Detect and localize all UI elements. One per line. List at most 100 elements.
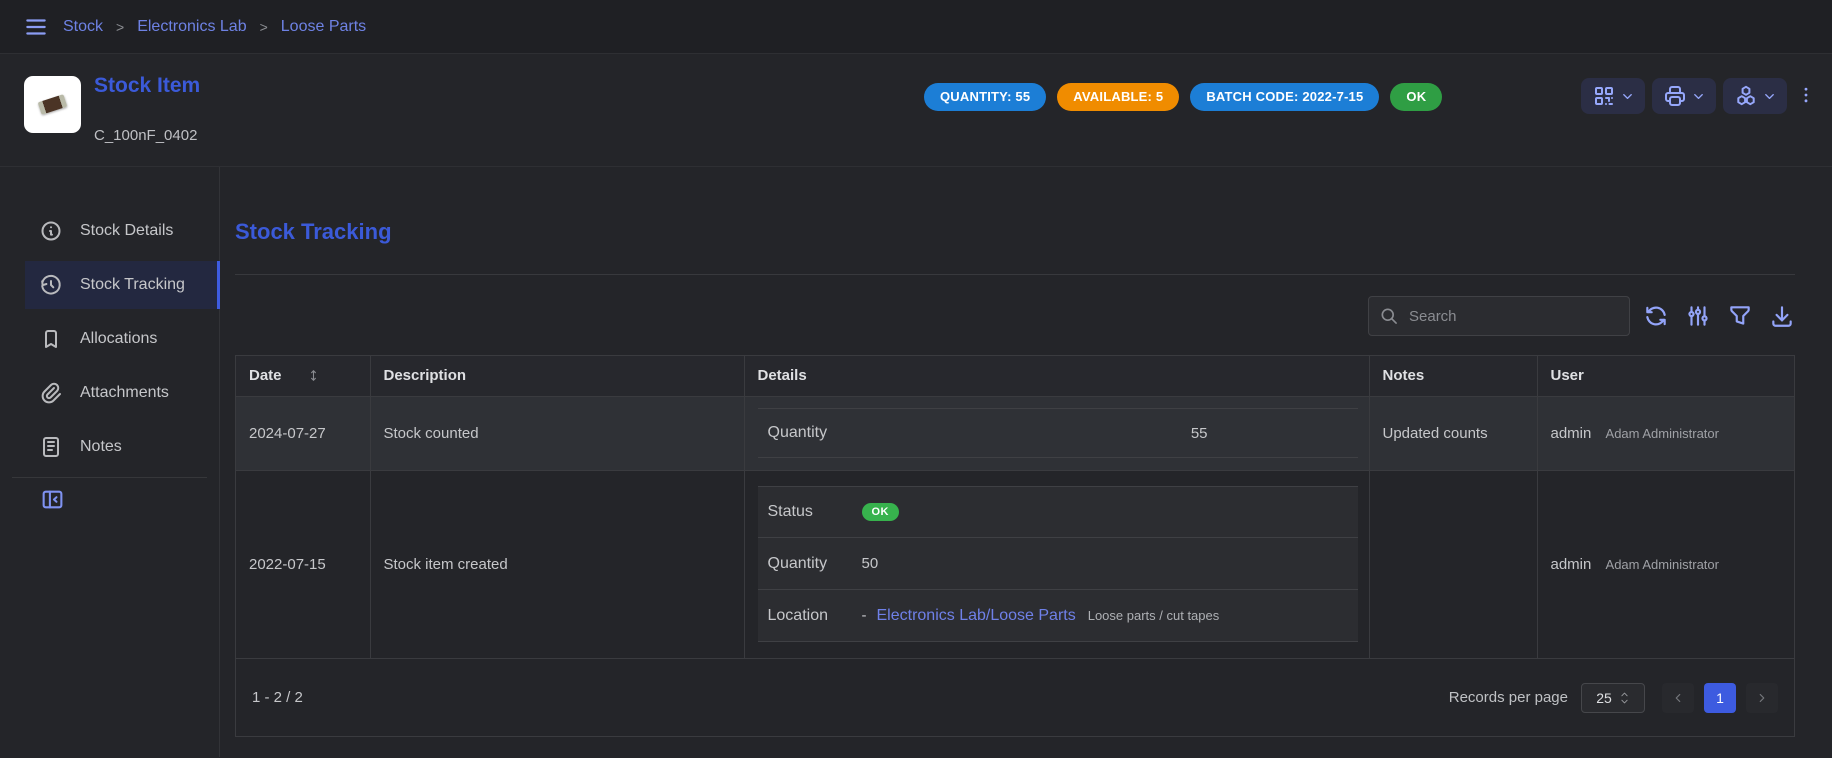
user-fullname: Adam Administrator — [1606, 426, 1719, 441]
main-panel: Stock Tracking — [220, 167, 1832, 757]
sidebar-item-allocations[interactable]: Allocations — [25, 315, 220, 363]
paperclip-icon — [39, 381, 63, 405]
username: admin — [1551, 425, 1592, 442]
table-actions — [1643, 303, 1795, 329]
table-columns-button[interactable] — [1685, 303, 1711, 329]
available-badge: AVAILABLE: 5 — [1057, 83, 1179, 111]
breadcrumb-separator: > — [260, 19, 268, 35]
sidebar-item-label: Notes — [80, 438, 122, 456]
info-circle-icon — [39, 219, 63, 243]
cell-notes — [1369, 470, 1537, 658]
cell-user: admin Adam Administrator — [1537, 396, 1794, 470]
column-label: Date — [249, 367, 282, 384]
detail-row-status: Status OK — [758, 486, 1358, 538]
cell-description: Stock item created — [370, 470, 744, 658]
refresh-button[interactable] — [1643, 303, 1669, 329]
search-icon — [1379, 306, 1399, 326]
sidebar-item-notes[interactable]: Notes — [25, 423, 220, 471]
content-area: Stock Details Stock Tracking Allocations — [0, 167, 1832, 757]
location-description: Loose parts / cut tapes — [1088, 608, 1220, 623]
packages-icon — [1734, 84, 1758, 108]
sidebar-item-attachments[interactable]: Attachments — [25, 369, 220, 417]
panel-heading: Stock Tracking — [235, 219, 1795, 245]
chevron-right-icon — [1755, 691, 1769, 705]
detail-table: Status OK Quantity 50 — [758, 486, 1358, 642]
column-header-details[interactable]: Details — [744, 356, 1369, 396]
sidebar-item-label: Stock Details — [80, 222, 173, 240]
capacitor-image — [38, 94, 68, 115]
cell-date: 2024-07-27 — [236, 396, 370, 470]
records-per-page-label: Records per page — [1449, 689, 1568, 706]
sidebar-collapse-button[interactable] — [40, 487, 219, 512]
page-title: Stock Item — [94, 74, 200, 98]
user-fullname: Adam Administrator — [1606, 557, 1719, 572]
status-badges: QUANTITY: 55 AVAILABLE: 5 BATCH CODE: 20… — [924, 83, 1442, 111]
cell-details: Quantity 55 — [744, 396, 1369, 470]
records-per-page-value: 25 — [1596, 690, 1612, 706]
records-per-page-select[interactable]: 25 — [1581, 683, 1645, 713]
overflow-menu-button[interactable] — [1796, 84, 1816, 106]
title-block: Stock Item C_100nF_0402 — [94, 74, 200, 144]
detail-label: Quantity — [758, 424, 862, 442]
bookmark-icon — [39, 327, 63, 351]
detail-value: 55 — [862, 425, 1208, 442]
breadcrumb-separator: > — [116, 19, 124, 35]
history-icon — [39, 273, 63, 297]
stock-item-page: Stock > Electronics Lab > Loose Parts St… — [0, 0, 1832, 758]
sidebar: Stock Details Stock Tracking Allocations — [0, 167, 220, 757]
column-header-notes[interactable]: Notes — [1369, 356, 1537, 396]
header-action-buttons — [1581, 78, 1787, 114]
sidebar-divider — [12, 477, 207, 478]
cell-notes: Updated counts — [1369, 396, 1537, 470]
search-box — [1368, 296, 1630, 336]
hamburger-menu-icon[interactable] — [23, 14, 49, 40]
breadcrumb-stock[interactable]: Stock — [63, 18, 103, 36]
page-controls: 1 — [1662, 683, 1778, 713]
location-link[interactable]: Electronics Lab/Loose Parts — [877, 607, 1076, 625]
sidebar-item-label: Allocations — [80, 330, 157, 348]
download-button[interactable] — [1769, 303, 1795, 329]
chevron-down-icon — [1762, 89, 1777, 104]
cell-date: 2022-07-15 — [236, 470, 370, 658]
table-row[interactable]: 2024-07-27 Stock counted Quantity 55 — [236, 396, 1794, 470]
detail-row-location: Location - Electronics Lab/Loose Parts L… — [758, 590, 1358, 642]
sidebar-item-stock-tracking[interactable]: Stock Tracking — [25, 261, 220, 309]
chevron-down-icon — [1620, 89, 1635, 104]
previous-page-button[interactable] — [1662, 683, 1694, 713]
table-toolbar — [235, 296, 1795, 336]
search-input[interactable] — [1407, 307, 1619, 326]
stock-operations-button[interactable] — [1723, 78, 1787, 114]
breadcrumb: Stock > Electronics Lab > Loose Parts — [63, 18, 366, 36]
table-header-row: Date Description Details Notes User — [236, 356, 1794, 396]
barcode-actions-button[interactable] — [1581, 78, 1645, 114]
stock-item-header: Stock Item C_100nF_0402 QUANTITY: 55 AVA… — [0, 54, 1832, 167]
detail-row-quantity: Quantity 55 — [758, 408, 1358, 458]
sidebar-collapse-icon — [40, 487, 65, 512]
adjustments-icon — [1685, 303, 1711, 329]
breadcrumb-loose-parts[interactable]: Loose Parts — [281, 18, 366, 36]
breadcrumb-electronics-lab[interactable]: Electronics Lab — [137, 18, 246, 36]
sidebar-item-stock-details[interactable]: Stock Details — [25, 207, 220, 255]
detail-label: Quantity — [758, 555, 862, 573]
stock-tracking-table: Date Description Details Notes User — [235, 355, 1795, 737]
dots-vertical-icon — [1796, 84, 1816, 106]
column-header-description[interactable]: Description — [370, 356, 744, 396]
next-page-button[interactable] — [1746, 683, 1778, 713]
cell-description: Stock counted — [370, 396, 744, 470]
part-name: C_100nF_0402 — [94, 127, 200, 144]
page-1-button[interactable]: 1 — [1704, 683, 1736, 713]
top-navigation-bar: Stock > Electronics Lab > Loose Parts — [0, 0, 1832, 54]
status-ok-badge: OK — [1390, 83, 1442, 111]
download-icon — [1769, 303, 1795, 329]
column-header-date[interactable]: Date — [236, 356, 370, 396]
chevron-left-icon — [1671, 691, 1685, 705]
detail-table: Quantity 55 — [758, 408, 1358, 458]
printing-actions-button[interactable] — [1652, 78, 1716, 114]
sidebar-item-label: Attachments — [80, 384, 169, 402]
column-header-user[interactable]: User — [1537, 356, 1794, 396]
part-thumbnail[interactable] — [24, 76, 81, 133]
refresh-icon — [1643, 303, 1669, 329]
table-row[interactable]: 2022-07-15 Stock item created Status OK — [236, 470, 1794, 658]
cell-details: Status OK Quantity 50 — [744, 470, 1369, 658]
filter-button[interactable] — [1727, 303, 1753, 329]
